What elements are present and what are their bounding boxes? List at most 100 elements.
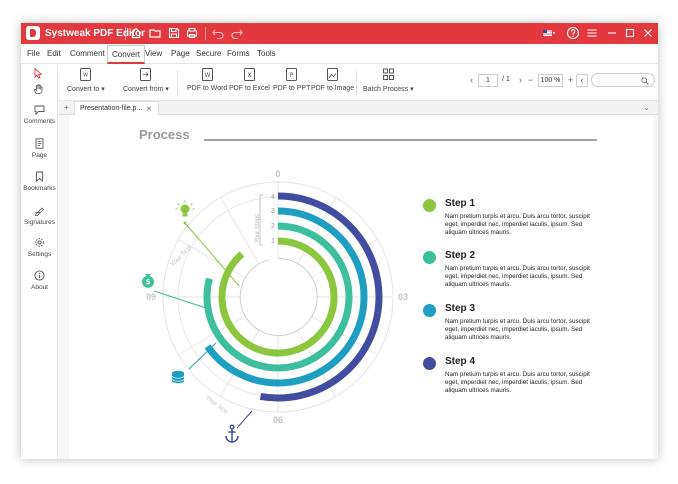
leader-dot [183, 221, 187, 225]
convert-to-icon: W [80, 68, 92, 81]
page-number-input[interactable]: 1 [478, 74, 498, 87]
sidebar-item-settings[interactable]: Settings [21, 237, 58, 258]
redo-icon[interactable] [230, 26, 244, 40]
language-flag-icon[interactable] [542, 26, 556, 40]
tab-list-chevron-icon[interactable]: ⌄ [643, 103, 650, 112]
zoom-in-icon[interactable]: + [565, 74, 576, 86]
titlebar-divider [205, 27, 206, 40]
menu-edit[interactable]: Edit [47, 49, 61, 58]
search-icon [641, 77, 649, 85]
tab-document-label: Presentation-file.p... [80, 105, 143, 112]
info-icon [34, 270, 45, 281]
save-icon[interactable] [167, 26, 181, 40]
pdf-to-ppt-button[interactable]: P PDF to PPT [273, 68, 310, 92]
ring-number-4: 4 [271, 194, 275, 201]
minimize-icon[interactable] [605, 26, 619, 40]
step-1-title: Step 1 [445, 198, 476, 209]
signature-icon [34, 205, 45, 216]
left-sidebar: Comments Page Bookmarks Signatures Setti… [21, 65, 58, 459]
document-tab-bar: + Presentation-file.p... ✕ ⌄ [59, 101, 658, 115]
pdf-to-excel-button[interactable]: X PDF to Excel [229, 68, 270, 92]
sidebar-item-label: About [31, 284, 48, 291]
open-folder-icon[interactable] [148, 26, 162, 40]
step-2-title: Step 2 [445, 250, 476, 261]
bookmark-icon [34, 171, 45, 182]
dial-spokes [163, 182, 393, 412]
zoom-out-icon[interactable]: − [525, 74, 536, 86]
select-cursor-icon[interactable] [32, 67, 44, 79]
sidebar-item-label: Settings [27, 251, 52, 258]
print-icon[interactable] [185, 26, 199, 40]
close-icon[interactable] [641, 26, 655, 40]
dial-label-top: 0 [275, 169, 280, 179]
undo-icon[interactable] [211, 26, 225, 40]
sidebar-item-page[interactable]: Page [21, 138, 58, 159]
pdf-to-ppt-label: PDF to PPT [273, 85, 311, 92]
convert-from-button[interactable]: Convert from ▾ [123, 68, 169, 93]
pdf-to-image-button[interactable]: PDF to Image [311, 68, 354, 92]
menu-comment[interactable]: Comment [70, 49, 105, 58]
pdf-to-word-label: PDF to Word [187, 85, 228, 92]
help-icon[interactable] [566, 26, 580, 40]
pdf-to-excel-label: PDF to Excel [229, 85, 270, 92]
batch-process-button[interactable]: Batch Process ▾ [363, 68, 414, 93]
svg-text:X: X [247, 72, 251, 79]
svg-text:W: W [83, 73, 88, 79]
excel-doc-icon: X [243, 68, 255, 81]
step-3-text: Nam pretium turpis et arcu. Duis arcu to… [445, 318, 590, 341]
title-bar: Systweak PDF Editor [21, 23, 658, 44]
page-total: / 1 [502, 76, 510, 83]
step-3-title: Step 3 [445, 303, 476, 314]
menu-file[interactable]: File [27, 49, 40, 58]
tab-close-icon[interactable]: ✕ [146, 105, 152, 113]
document-viewer[interactable]: Process 4 3 2 1 Your Steps 0 03 06 09 Yo… [59, 115, 658, 459]
home-icon[interactable] [129, 26, 143, 40]
sidebar-item-about[interactable]: About [21, 270, 58, 291]
your-text-label-upper: Your Text [169, 244, 193, 268]
sidebar-item-label: Comments [23, 118, 56, 125]
zoom-level-input[interactable]: 100 % [538, 74, 563, 87]
search-prev-button[interactable]: ‹ [576, 74, 588, 87]
pdf-to-word-button[interactable]: W PDF to Word [187, 68, 227, 92]
page-icon [34, 138, 45, 149]
menu-tools[interactable]: Tools [257, 49, 276, 58]
convert-to-button[interactable]: W Convert to ▾ [67, 68, 105, 93]
convert-from-icon [140, 68, 152, 81]
step-4-text: Nam pretium turpis et arcu. Duis arcu to… [445, 371, 590, 394]
toolbar-divider [356, 71, 357, 95]
comment-icon [34, 104, 45, 115]
hand-tool-icon[interactable] [32, 83, 44, 95]
tab-document[interactable]: Presentation-file.p... ✕ [74, 101, 159, 115]
step-3-dot [423, 304, 436, 317]
menu-page[interactable]: Page [171, 49, 190, 58]
new-tab-icon[interactable]: + [64, 103, 69, 112]
sidebar-item-bookmarks[interactable]: Bookmarks [21, 171, 58, 192]
coin-stack-icon [171, 370, 185, 384]
sidebar-item-comments[interactable]: Comments [21, 104, 58, 125]
leader-line-step-1 [184, 222, 240, 287]
menu-forms[interactable]: Forms [227, 49, 250, 58]
sidebar-item-label: Page [31, 152, 48, 159]
app-window: Systweak PDF Editor File Edit Comment Co… [21, 23, 658, 459]
svg-text:W: W [204, 72, 210, 79]
image-doc-icon [327, 68, 339, 81]
step-2-dot [423, 251, 436, 264]
money-bag-icon: $ [142, 274, 154, 288]
dial-label-right: 03 [398, 292, 408, 302]
ring-number-1: 1 [271, 238, 275, 245]
hamburger-menu-icon[interactable] [585, 26, 599, 40]
center-guide-ring [239, 257, 318, 336]
menu-bar: File Edit Comment Convert View Page Secu… [21, 44, 658, 64]
your-text-label-lower: Your Text [204, 394, 230, 416]
sidebar-item-signatures[interactable]: Signatures [21, 205, 58, 226]
pdf-page: Process 4 3 2 1 Your Steps 0 03 06 09 Yo… [69, 115, 653, 459]
svg-text:$: $ [146, 278, 151, 286]
maximize-icon[interactable] [623, 26, 637, 40]
convert-toolbar: W Convert to ▾ Convert from ▾ W PDF to W… [51, 65, 658, 101]
prev-page-icon[interactable]: ‹ [466, 74, 477, 86]
anchor-icon [225, 424, 239, 443]
menu-convert[interactable]: Convert [107, 45, 146, 64]
search-input[interactable] [591, 73, 655, 87]
menu-secure[interactable]: Secure [196, 49, 221, 58]
menu-view[interactable]: View [145, 49, 162, 58]
